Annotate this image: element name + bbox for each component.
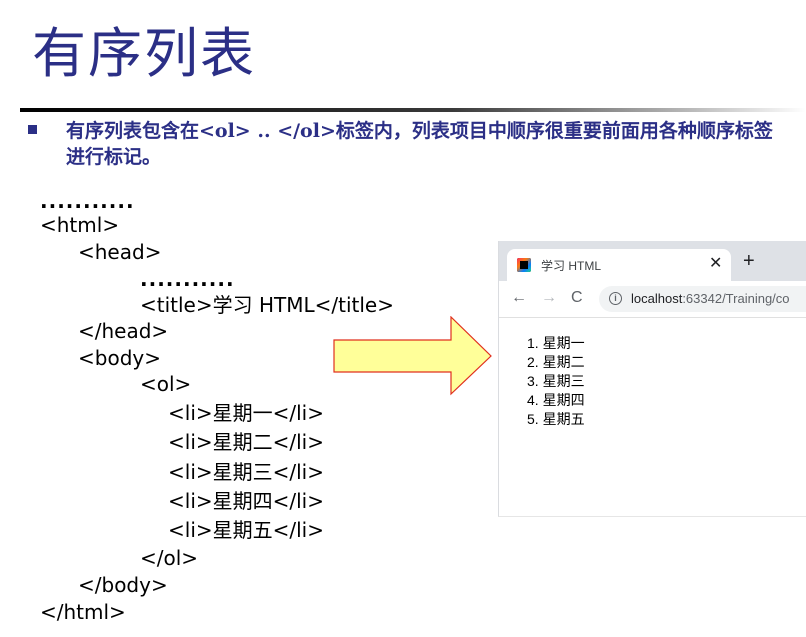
code-ellipsis: ........... xyxy=(40,189,135,213)
code-li-item: <li>星期一</li> xyxy=(168,401,324,425)
code-html-open: <html> xyxy=(40,213,120,237)
new-tab-icon[interactable]: + xyxy=(743,250,755,272)
code-head-open: <head> xyxy=(78,240,162,264)
ordered-list: 1. 星期一 2. 星期二 3. 星期三 4. 星期四 5. 星期五 xyxy=(527,334,585,429)
url-host: localhost xyxy=(631,291,683,306)
url-path: :63342/Training/co xyxy=(682,291,790,306)
browser-tab[interactable]: 学习 HTML ✕ xyxy=(507,249,731,281)
reload-icon[interactable]: C xyxy=(571,289,583,307)
code-ellipsis-inner: ........... xyxy=(140,267,235,291)
browser-window: 学习 HTML ✕ + ← → C i localhost:63342/Trai… xyxy=(498,241,806,517)
list-item: 5. 星期五 xyxy=(527,411,585,427)
code-li-item: <li>星期四</li> xyxy=(168,489,324,513)
code-body-open: <body> xyxy=(78,346,161,370)
list-item: 4. 星期四 xyxy=(527,392,585,408)
browser-toolbar: ← → C i localhost:63342/Training/co xyxy=(499,281,806,318)
code-ol-close: </ol> xyxy=(140,546,199,570)
code-body-close: </body> xyxy=(78,573,168,597)
list-item: 1. 星期一 xyxy=(527,335,585,351)
slide-title: 有序列表 xyxy=(32,22,256,85)
back-arrow-icon[interactable]: ← xyxy=(511,289,527,307)
code-html-close: </html> xyxy=(40,600,126,624)
bullet-square-icon xyxy=(28,125,37,134)
forward-arrow-icon[interactable]: → xyxy=(541,289,557,307)
info-icon[interactable]: i xyxy=(609,292,622,305)
list-item: 2. 星期二 xyxy=(527,354,585,370)
bullet-text: 有序列表包含在<ol> .. </ol>标签内，列表项目中顺序很重要前面用各种顺… xyxy=(66,120,773,168)
address-bar[interactable]: i localhost:63342/Training/co xyxy=(599,286,806,312)
close-tab-icon[interactable]: ✕ xyxy=(709,254,722,274)
code-title-line: <title>学习 HTML</title> xyxy=(140,293,394,317)
tab-strip: 学习 HTML ✕ + xyxy=(499,241,806,281)
code-li-item: <li>星期五</li> xyxy=(168,518,324,542)
url-text: localhost:63342/Training/co xyxy=(631,291,790,306)
intellij-favicon-icon xyxy=(517,258,531,272)
title-divider xyxy=(20,108,806,112)
code-li-item: <li>星期二</li> xyxy=(168,430,324,454)
code-head-close: </head> xyxy=(78,319,169,343)
code-li-item: <li>星期三</li> xyxy=(168,460,324,484)
tab-title: 学习 HTML xyxy=(541,259,602,273)
code-ol-open: <ol> xyxy=(140,372,192,396)
list-item: 3. 星期三 xyxy=(527,373,585,389)
right-arrow-icon xyxy=(333,316,492,396)
